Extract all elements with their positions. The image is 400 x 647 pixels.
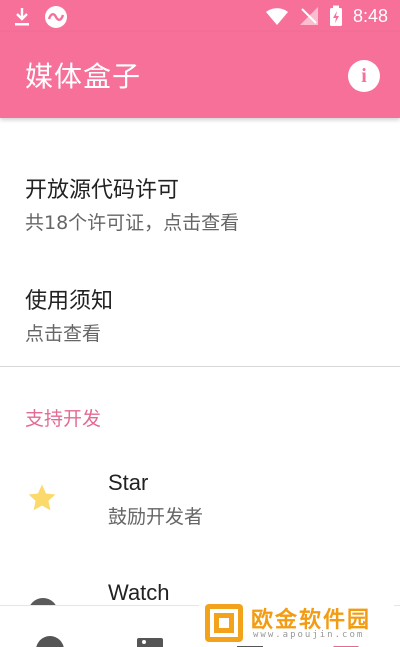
no-signal-icon <box>299 7 318 25</box>
star-icon <box>28 484 56 511</box>
wifi-icon <box>265 8 288 25</box>
app-toolbar: 媒体盒子 i <box>0 32 400 118</box>
status-time: 8:48 <box>352 5 388 26</box>
watermark: 欧金软件园 www.apoujin.com <box>199 600 394 646</box>
download-icon <box>15 8 29 26</box>
open-source-license-title: 开放源代码许可 <box>25 178 180 203</box>
usage-notice-title: 使用须知 <box>25 289 114 314</box>
watermark-logo <box>205 604 243 642</box>
info-icon[interactable]: i <box>348 60 380 92</box>
star-subtitle: 鼓励开发者 <box>108 506 204 528</box>
watermark-url: www.apoujin.com <box>253 630 365 640</box>
star-item[interactable]: Star 鼓励开发者 <box>0 470 400 532</box>
watermark-logo-mark <box>210 609 238 637</box>
section-divider <box>0 366 400 367</box>
status-bar: 8:48 <box>0 0 400 32</box>
star-title: Star <box>108 470 149 495</box>
media-icon[interactable] <box>134 634 166 647</box>
info-glyph: i <box>361 64 367 87</box>
battery-icon <box>329 5 342 26</box>
open-source-license-item[interactable]: 开放源代码许可 共18个许可证，点击查看 <box>25 172 239 235</box>
page-title: 媒体盒子 <box>25 60 142 93</box>
explore-icon[interactable] <box>34 634 66 647</box>
usage-notice-item[interactable]: 使用须知 点击查看 <box>25 283 113 346</box>
open-source-license-subtitle: 共18个许可证，点击查看 <box>25 212 240 234</box>
usage-notice-subtitle: 点击查看 <box>25 323 102 345</box>
app-notification-icon <box>45 6 67 28</box>
support-category-label: 支持开发 <box>25 408 102 430</box>
watch-title: Watch <box>108 580 170 605</box>
